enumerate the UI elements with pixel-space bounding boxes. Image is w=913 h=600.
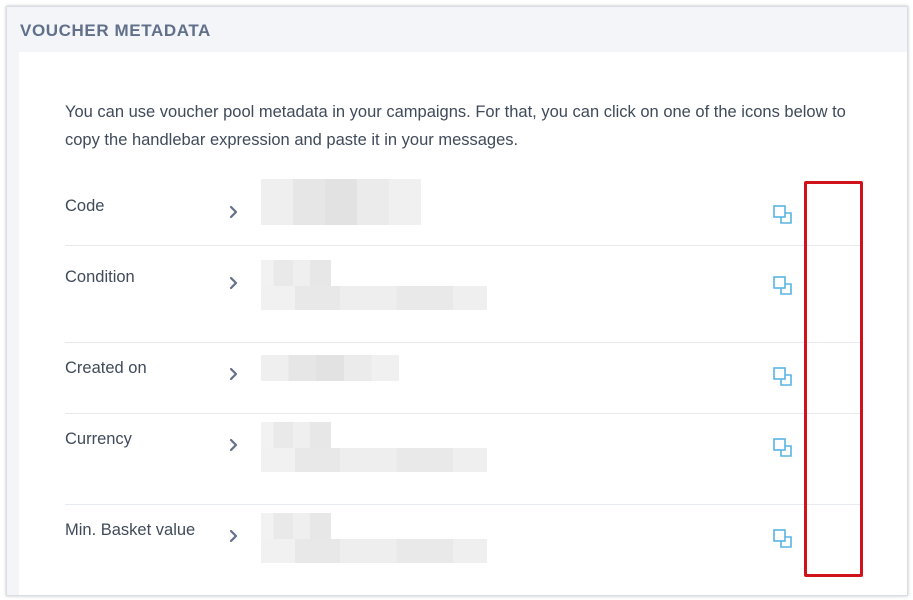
chevron-right-icon[interactable]	[227, 367, 241, 381]
metadata-row-condition: Condition	[65, 260, 860, 343]
row-label: Condition	[65, 268, 135, 286]
metadata-row-code: Code	[65, 179, 860, 246]
chevron-right-icon[interactable]	[227, 205, 241, 219]
redacted-value	[261, 355, 399, 381]
voucher-metadata-panel: VOUCHER METADATA You can use voucher poo…	[6, 6, 908, 596]
row-label: Created on	[65, 359, 147, 377]
redacted-value	[261, 286, 487, 310]
metadata-row-min-basket-value: Min. Basket value	[65, 513, 860, 595]
copy-icon[interactable]	[771, 527, 795, 551]
metadata-card: You can use voucher pool metadata in you…	[19, 52, 907, 595]
row-label: Min. Basket value	[65, 521, 196, 539]
redacted-value	[261, 179, 421, 225]
intro-text: You can use voucher pool metadata in you…	[65, 103, 846, 149]
redacted-value	[261, 448, 487, 472]
metadata-row-currency: Currency	[65, 422, 860, 505]
copy-icon[interactable]	[771, 203, 795, 227]
copy-icon[interactable]	[771, 274, 795, 298]
copy-icon[interactable]	[771, 365, 795, 389]
redacted-value	[261, 422, 331, 448]
redacted-value	[261, 513, 331, 539]
redacted-value	[261, 539, 487, 563]
section-title: VOUCHER METADATA	[20, 21, 211, 40]
chevron-right-icon[interactable]	[227, 529, 241, 543]
chevron-right-icon[interactable]	[227, 438, 241, 452]
redacted-value	[261, 260, 331, 286]
metadata-row-created-on: Created on	[65, 355, 860, 414]
copy-icons-highlight-box	[804, 181, 863, 577]
row-label: Currency	[65, 430, 132, 448]
row-label: Code	[65, 197, 105, 215]
chevron-right-icon[interactable]	[227, 276, 241, 290]
copy-icon[interactable]	[771, 436, 795, 460]
